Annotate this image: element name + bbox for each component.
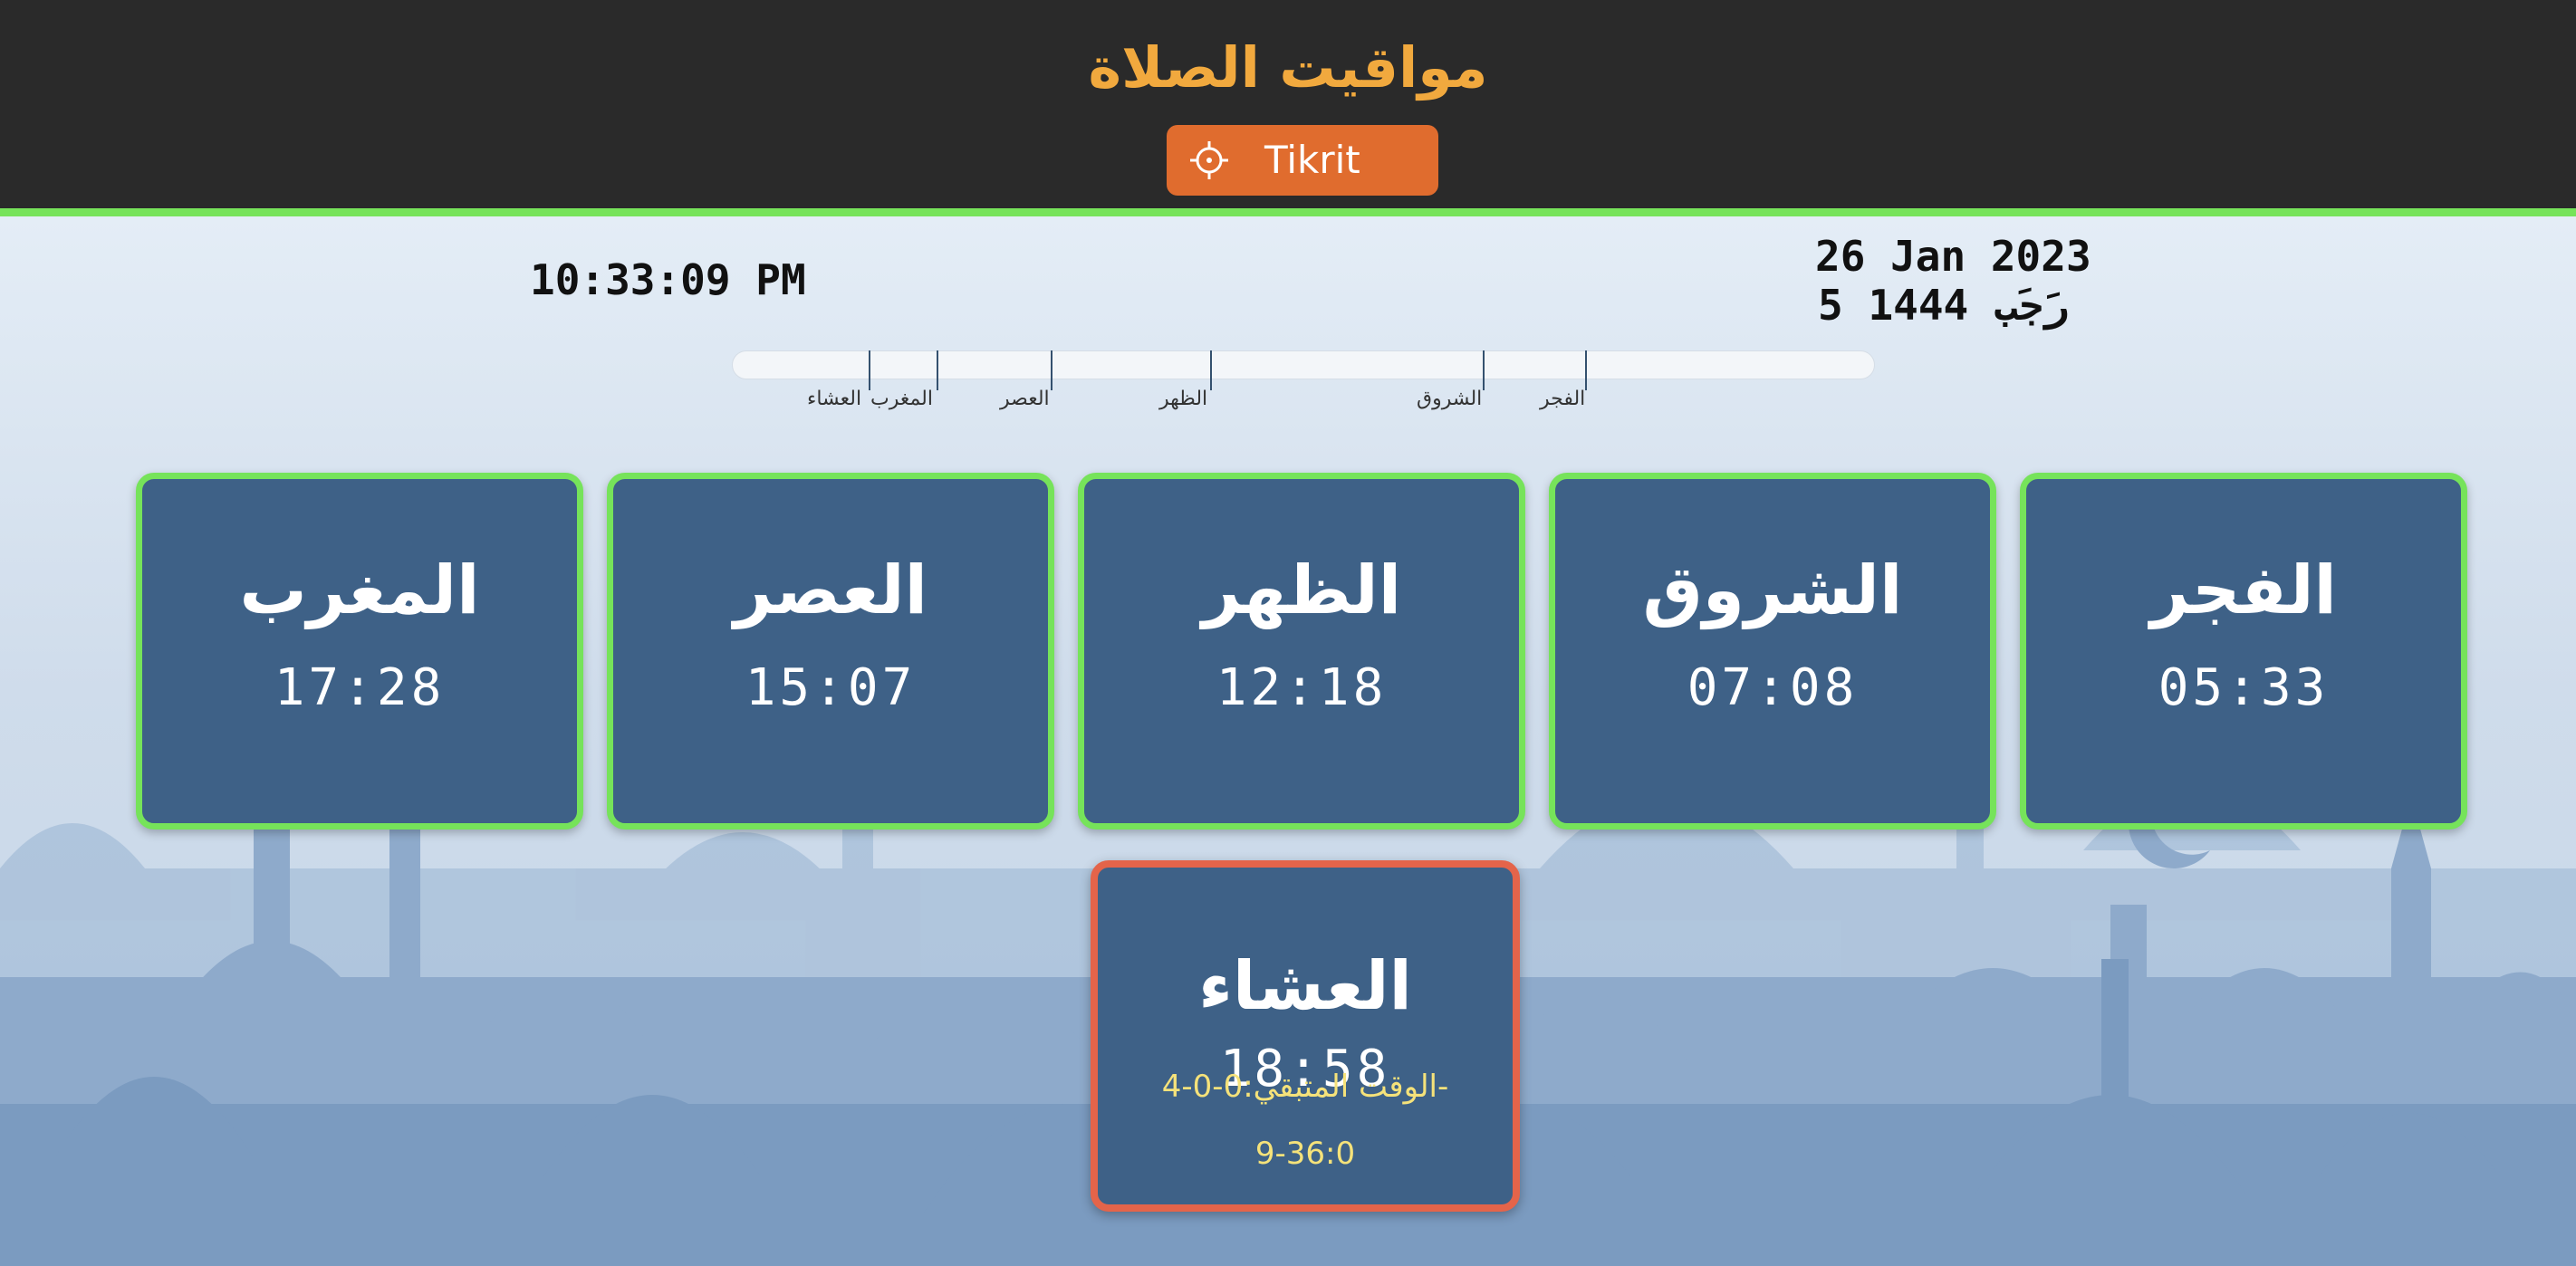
remaining-time-value: 9-36:0	[1254, 1136, 1356, 1172]
prayer-card-dhuhr: الظهر 12:18	[1078, 473, 1525, 830]
prayer-card-asr: العصر 15:07	[607, 473, 1054, 830]
timeline-label-fajr: الفجر	[1540, 388, 1586, 410]
prayer-card-maghrib: المغرب 17:28	[136, 473, 583, 830]
app-header: مواقيت الصلاة Tikrit	[0, 0, 2576, 216]
location-label: Tikrit	[1264, 138, 1360, 182]
crosshair-icon	[1190, 141, 1228, 179]
timeline-label-dhuhr: الظهر	[1159, 388, 1208, 410]
timeline-label-sunrise: الشروق	[1417, 388, 1483, 410]
timeline-label-isha: العشاء	[807, 388, 862, 410]
prayer-time: 05:33	[2158, 658, 2330, 717]
prayer-name: الشروق	[1642, 551, 1903, 629]
prayer-time: 17:28	[274, 658, 446, 717]
timeline-label-asr: العصر	[1000, 388, 1050, 410]
prayer-time: 07:08	[1687, 658, 1859, 717]
prayer-timeline-bar	[732, 350, 1875, 379]
prayer-name: الظهر	[1201, 551, 1402, 629]
location-button[interactable]: Tikrit	[1167, 125, 1438, 196]
prayer-card-sunrise: الشروق 07:08	[1549, 473, 1996, 830]
remaining-time-label: الوقت المتبقي:0-0-4-	[1161, 1069, 1449, 1105]
hijri-date: رَجَب 1444 5	[1818, 281, 2069, 330]
timeline-label-maghrib: المغرب	[870, 388, 933, 410]
prayer-card-fajr: الفجر 05:33	[2020, 473, 2467, 830]
timeline-tick-dhuhr	[1210, 350, 1212, 390]
page-title: مواقيت الصلاة	[1088, 34, 1488, 101]
timeline-tick-fajr	[1585, 350, 1587, 390]
timeline-tick-sunrise	[1483, 350, 1485, 390]
prayer-name: المغرب	[239, 551, 480, 629]
prayer-name: العصر	[734, 551, 928, 629]
timeline-tick-isha	[869, 350, 870, 390]
prayer-name: العشاء	[1198, 947, 1412, 1025]
prayer-time: 12:18	[1216, 658, 1388, 717]
prayer-time: 15:07	[745, 658, 917, 717]
timeline-tick-maghrib	[937, 350, 938, 390]
gregorian-date: 26 Jan 2023	[1815, 232, 2091, 281]
current-time: 10:33:09 PM	[530, 255, 806, 304]
timeline-tick-asr	[1051, 350, 1053, 390]
prayer-name: الفجر	[2150, 551, 2337, 629]
next-prayer-card-isha: العشاء 18:58 الوقت المتبقي:0-0-4- 9-36:0	[1091, 860, 1520, 1212]
